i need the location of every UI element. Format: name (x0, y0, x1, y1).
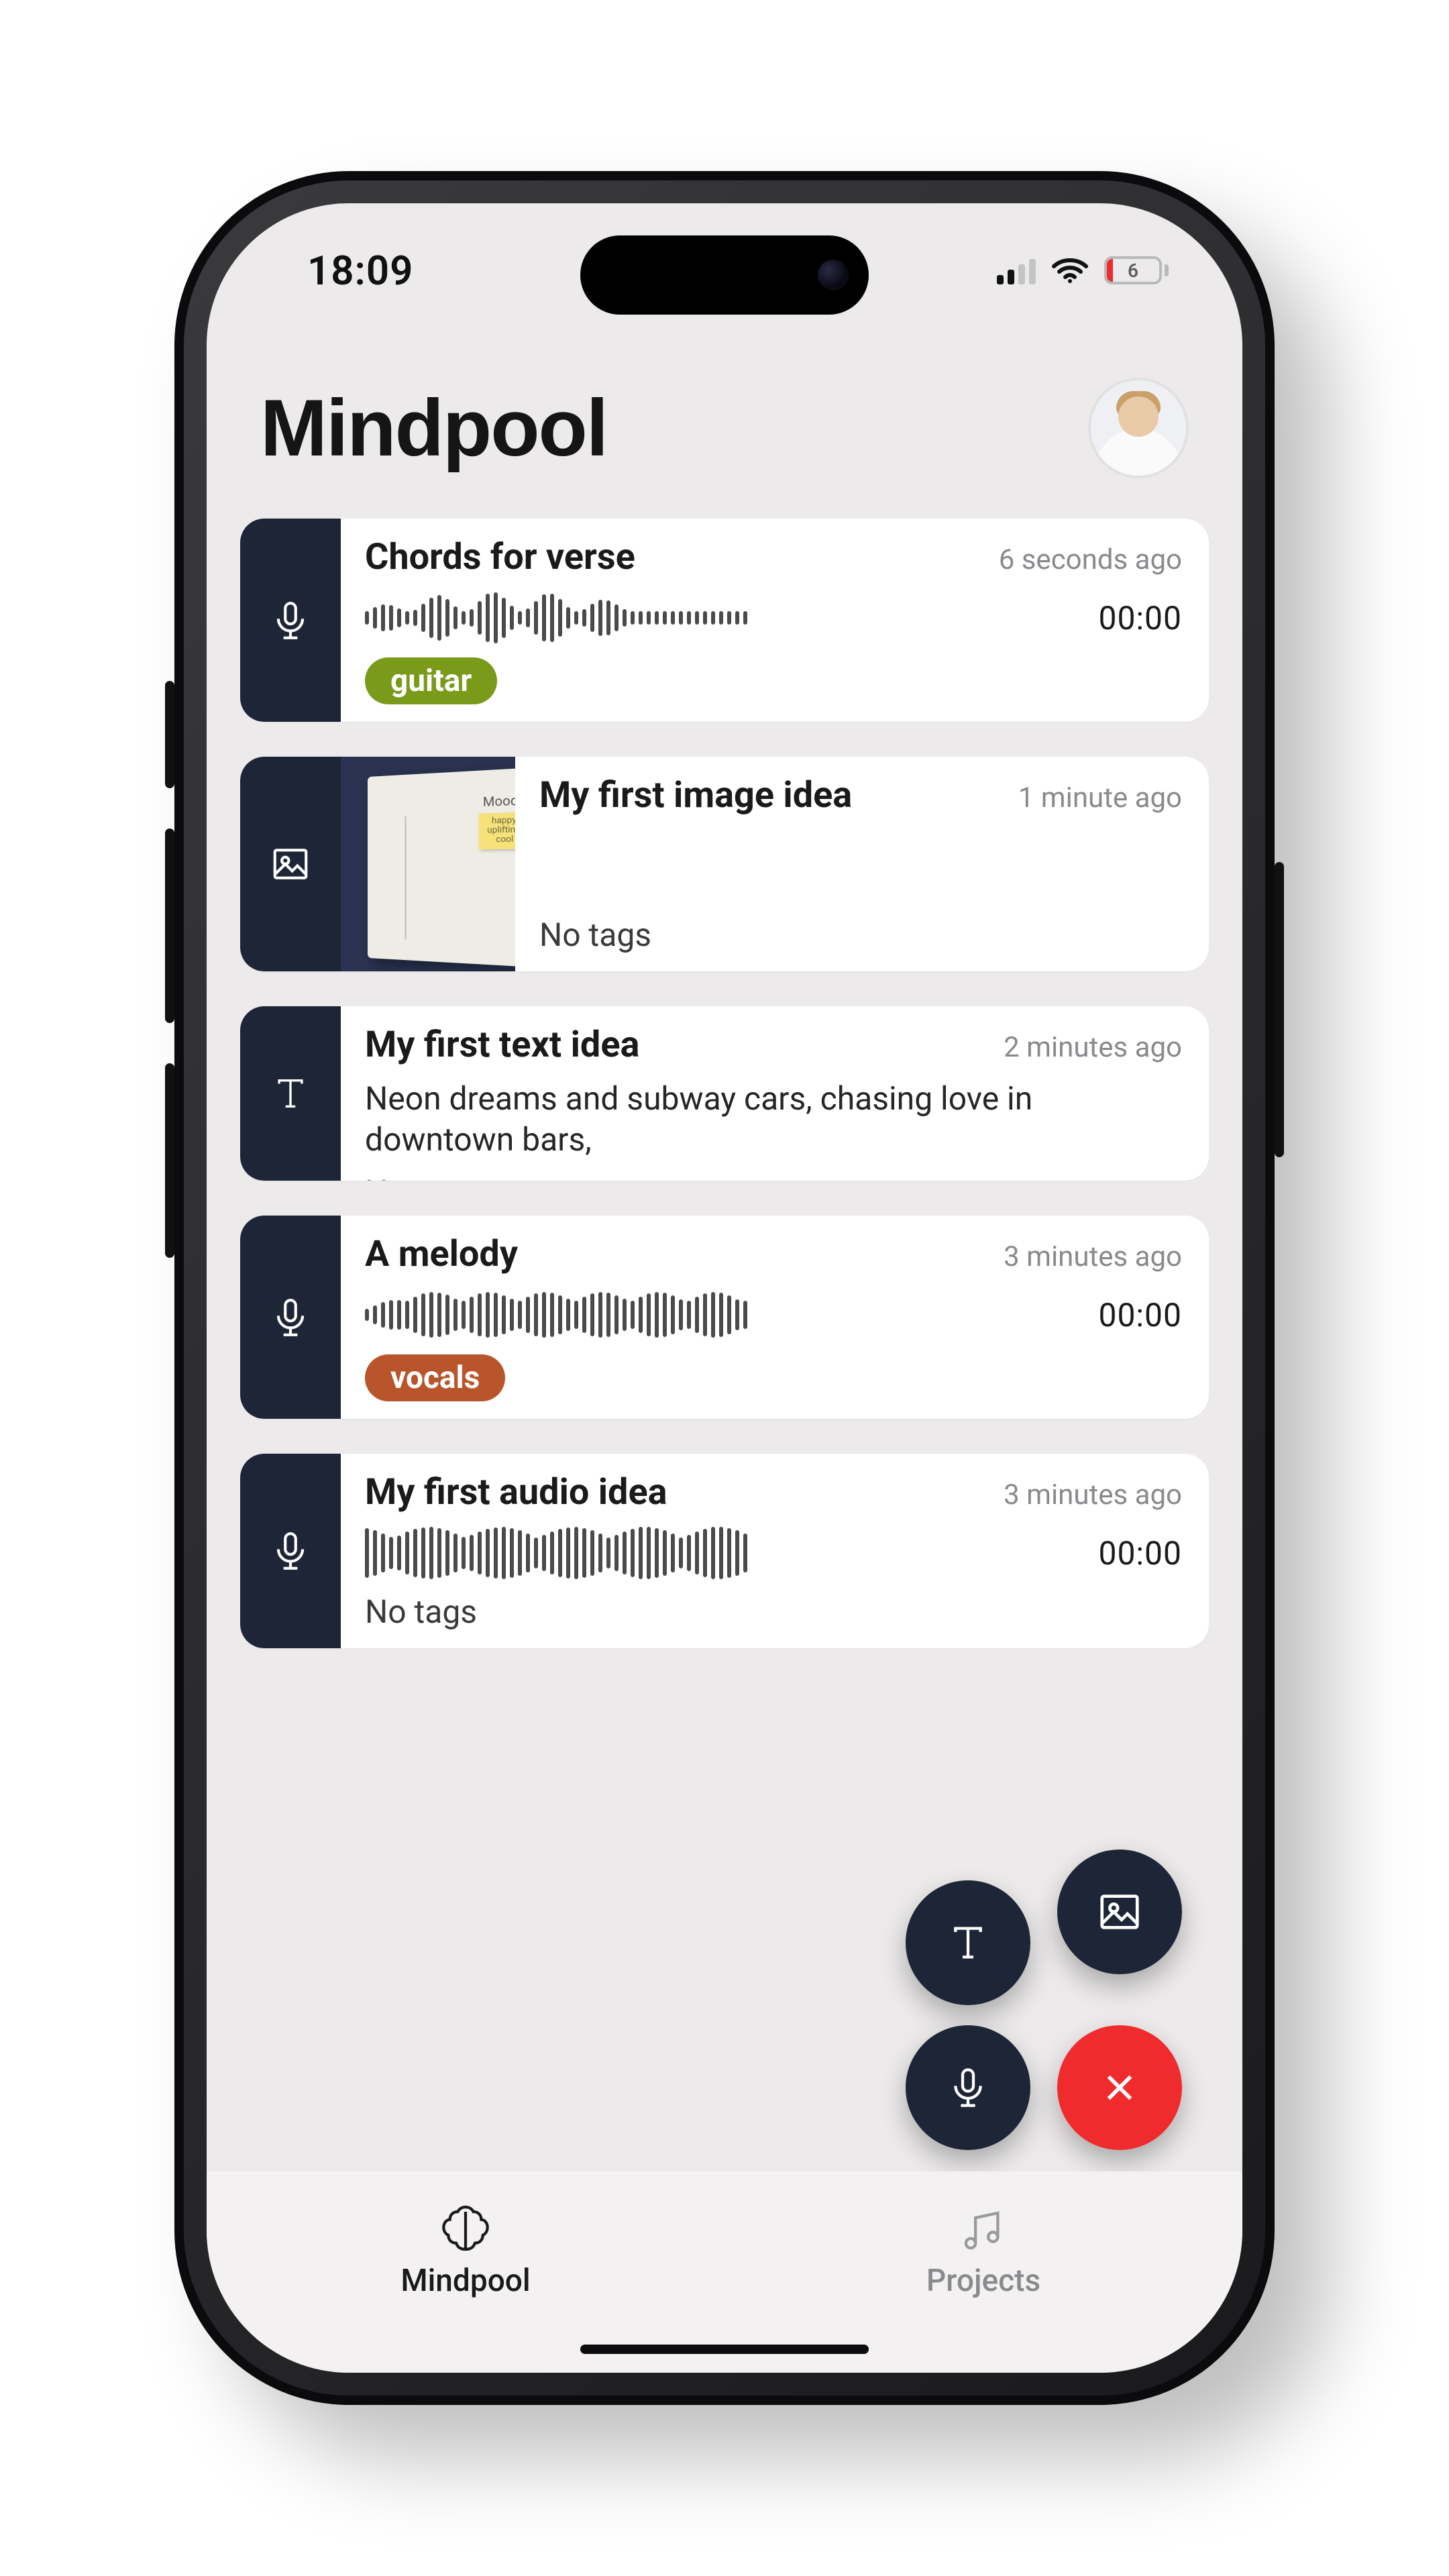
idea-no-tags: No tags (365, 1173, 1182, 1181)
idea-card[interactable]: Chords for verse 6 seconds ago 00:00 gui… (240, 519, 1209, 722)
screen: 18:09 (207, 203, 1242, 2373)
text-icon (271, 1074, 310, 1113)
idea-title: My first audio idea (365, 1471, 667, 1513)
idea-title: Chords for verse (365, 536, 635, 578)
audio-duration: 00:00 (1098, 599, 1182, 637)
phone-volume-down (165, 1063, 174, 1258)
idea-timestamp: 2 minutes ago (1004, 1031, 1182, 1064)
tag[interactable]: vocals (365, 1354, 505, 1401)
idea-title: My first text idea (365, 1024, 639, 1066)
microphone-icon (270, 1530, 311, 1572)
card-type-icon (240, 1454, 341, 1648)
status-time: 18:09 (307, 247, 413, 294)
front-camera (818, 260, 849, 290)
tab-mindpool[interactable]: Mindpool (207, 2171, 724, 2332)
idea-timestamp: 6 seconds ago (999, 543, 1182, 576)
battery-percent: 6 (1107, 259, 1159, 282)
music-icon (957, 2205, 1010, 2256)
idea-tags: guitar (365, 657, 1182, 704)
tab-bar: Mindpool Projects (207, 2171, 1242, 2373)
waveform[interactable] (365, 1287, 1071, 1342)
page-title: Mindpool (260, 382, 607, 474)
idea-tags: vocals (365, 1354, 1182, 1401)
waveform[interactable] (365, 1525, 1071, 1580)
idea-timestamp: 3 minutes ago (1004, 1240, 1182, 1273)
idea-timestamp: 1 minute ago (1018, 782, 1182, 814)
text-icon (947, 1921, 989, 1964)
idea-no-tags: No tags (365, 1593, 1182, 1631)
dynamic-island (580, 235, 869, 315)
audio-duration: 00:00 (1098, 1534, 1182, 1572)
battery-indicator: 6 (1104, 256, 1169, 284)
thumb-sticky: happy, uplifting, cool (486, 815, 515, 845)
new-image-button[interactable] (1057, 1849, 1182, 1974)
new-audio-button[interactable] (906, 2025, 1030, 2150)
tab-label: Mindpool (400, 2263, 530, 2299)
phone-side-button (165, 681, 174, 788)
image-icon (270, 843, 311, 885)
new-text-button[interactable] (906, 1880, 1030, 2005)
close-icon (1101, 2069, 1138, 2106)
wifi-icon (1052, 257, 1088, 284)
microphone-icon (270, 600, 311, 641)
thumb-caption: Mood: (483, 793, 515, 810)
idea-title: A melody (365, 1233, 518, 1275)
idea-title: My first image idea (539, 774, 852, 816)
idea-thumbnail[interactable]: Mood: happy, uplifting, cool (341, 757, 515, 971)
image-icon (1096, 1888, 1143, 1935)
waveform[interactable] (365, 590, 1071, 645)
idea-card[interactable]: My first text idea 2 minutes ago Neon dr… (240, 1006, 1209, 1181)
phone-frame: 18:09 (174, 171, 1275, 2405)
audio-duration: 00:00 (1098, 1296, 1182, 1334)
app-header: Mindpool (207, 337, 1242, 519)
tab-projects[interactable]: Projects (724, 2171, 1242, 2332)
close-fab-button[interactable] (1057, 2025, 1182, 2150)
avatar[interactable] (1088, 378, 1189, 478)
tag[interactable]: guitar (365, 657, 497, 704)
idea-no-tags: No tags (539, 916, 1182, 954)
card-type-icon (240, 1216, 341, 1419)
idea-timestamp: 3 minutes ago (1004, 1479, 1182, 1511)
tab-label: Projects (926, 2263, 1040, 2299)
microphone-icon (947, 2066, 989, 2109)
microphone-icon (270, 1297, 311, 1338)
card-type-icon (240, 757, 341, 971)
idea-snippet: Neon dreams and subway cars, chasing lov… (365, 1078, 1182, 1161)
phone-power-button (1275, 862, 1284, 1157)
card-type-icon (240, 1006, 341, 1181)
idea-card[interactable]: A melody 3 minutes ago 00:00 vocals (240, 1216, 1209, 1419)
card-type-icon (240, 519, 341, 722)
cellular-icon (997, 256, 1036, 284)
phone-volume-up (165, 828, 174, 1023)
home-indicator[interactable] (580, 2345, 869, 2354)
fab-menu (900, 1849, 1182, 2131)
idea-card[interactable]: Mood: happy, uplifting, cool My first im… (240, 757, 1209, 971)
brain-icon (437, 2205, 494, 2256)
idea-card[interactable]: My first audio idea 3 minutes ago 00:00 … (240, 1454, 1209, 1648)
